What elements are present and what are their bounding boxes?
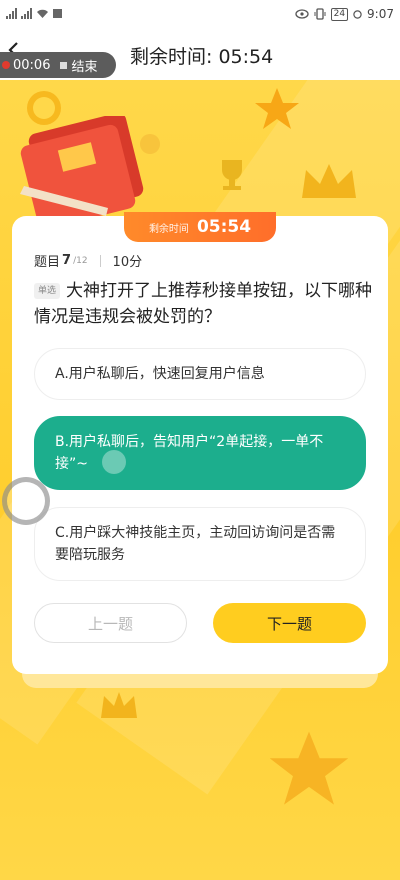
option-label: A.用户私聊后，快速回复用户信息 [55,366,265,382]
book-icon [20,116,144,226]
option-label: B.用户私聊后，告知用户“2单起接，一单不接”~ [55,434,324,472]
question-number: 7 [62,253,72,268]
question-meta: 题目 7 /12 10分 [34,251,142,270]
crown-icon [302,164,356,198]
record-dot-icon [2,61,10,69]
vibrate-icon [314,8,326,20]
signal-icon [6,8,17,19]
countdown-label: 剩余时间 [148,223,189,235]
countdown-tab: 剩余时间 05:54 [124,212,276,242]
countdown-value: 05:54 [196,217,252,237]
status-bar: 24 9:07 [0,0,400,30]
star-icon [269,731,349,805]
status-icons-left [6,8,62,19]
touch-pointer-indicator [2,477,50,525]
question-meta-prefix: 题目 [34,255,61,270]
stop-recording-button[interactable]: 结束 [71,56,97,75]
recording-time: 00:06 [13,57,51,73]
option-label: C.用户踩大神技能主页，主动回访询问是否需要陪玩服务 [55,525,336,563]
clock: 9:07 [367,7,394,21]
option-b-selected[interactable]: B.用户私聊后，告知用户“2单起接，一单不接”~ [34,416,366,490]
question-total: /12 [73,255,88,266]
notification-icon [53,9,62,18]
top-bar: 00:06 结束 剩余时间: 05:54 [0,30,400,80]
status-icons-right: 24 9:07 [294,7,394,21]
trophy-icon [222,160,242,190]
star-icon [255,88,299,129]
signal-icon-2 [21,8,32,19]
crown-icon [101,692,137,718]
recording-indicator[interactable]: 00:06 结束 [0,52,116,78]
question-text: 单选 大神打开了上推荐秒接单按钮，以下哪种情况是违规会被处罚的？ [34,278,374,330]
battery-indicator: 24 [330,7,349,21]
wifi-icon [37,9,48,18]
option-c[interactable]: C.用户踩大神技能主页，主动回访询问是否需要陪玩服务 [34,507,366,581]
page-title: 剩余时间: 05:54 [130,46,274,68]
stop-icon [60,61,68,69]
divider [99,254,101,267]
question-body: 大神打开了上推荐秒接单按钮，以下哪种情况是违规会被处罚的？ [34,281,373,327]
touch-indicator [102,450,126,474]
question-type-badge: 单选 [34,283,61,299]
alarm-icon [353,9,362,19]
question-score: 10分 [112,255,143,270]
eye-icon [294,9,309,19]
next-question-button[interactable]: 下一题 [213,603,366,643]
previous-question-button[interactable]: 上一题 [34,603,187,643]
coin-icon [140,134,160,154]
option-a[interactable]: A.用户私聊后，快速回复用户信息 [34,348,366,400]
